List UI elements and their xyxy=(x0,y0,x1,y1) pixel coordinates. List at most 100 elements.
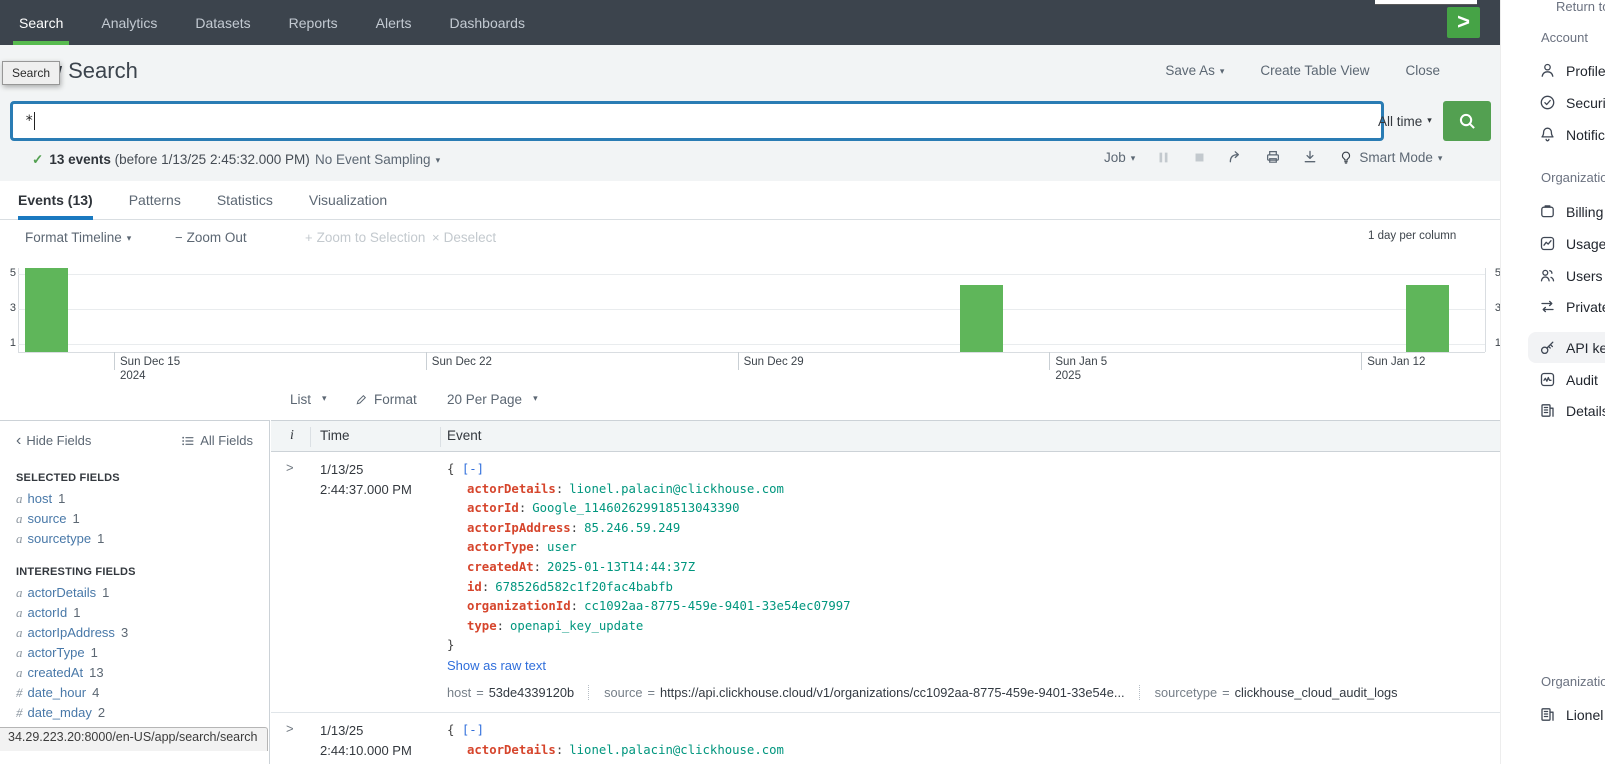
download-icon[interactable] xyxy=(1302,149,1318,165)
collapse-json-link[interactable]: [-] xyxy=(462,723,484,737)
field-date_hour[interactable]: #date_hour4 xyxy=(16,686,269,700)
x-axis-label: Sun Dec 22 xyxy=(432,355,492,369)
show-raw-text-link[interactable]: Show as raw text xyxy=(447,658,546,673)
hide-fields-button[interactable]: ‹Hide Fields xyxy=(16,433,91,448)
share-icon[interactable] xyxy=(1228,149,1244,165)
zoom-to-selection-button[interactable]: +Zoom to Selection xyxy=(305,230,425,245)
zoom-out-button[interactable]: −Zoom Out xyxy=(175,230,247,245)
timeline-scale-note: 1 day per column xyxy=(1368,230,1456,242)
list-type-dropdown[interactable]: List xyxy=(290,392,327,407)
field-createdAt[interactable]: acreatedAt13 xyxy=(16,666,269,680)
key-icon xyxy=(1539,339,1556,356)
nav-tab-analytics[interactable]: Analytics xyxy=(82,0,176,45)
y-axis-label-left: 1 xyxy=(4,337,16,349)
section-label-account: Account xyxy=(1541,30,1588,45)
event-json: { [-] actorDetailslionel.palacin@clickho… xyxy=(447,721,1500,760)
job-controls: Job Smart Mode xyxy=(1104,149,1442,165)
nav-tab-alerts[interactable]: Alerts xyxy=(357,0,431,45)
list-icon xyxy=(181,434,195,448)
field-actorId[interactable]: aactorId1 xyxy=(16,606,269,620)
meta-host[interactable]: host=53de4339120b xyxy=(447,685,574,700)
smart-mode-dropdown[interactable]: Smart Mode xyxy=(1339,150,1442,165)
splunk-logo-icon[interactable]: > xyxy=(1447,7,1480,38)
format-timeline-dropdown[interactable]: Format Timeline xyxy=(25,230,131,245)
save-as-button[interactable]: Save As xyxy=(1165,63,1224,78)
search-input[interactable]: * xyxy=(10,101,1384,141)
menu-item-api-keys[interactable]: API keys xyxy=(1539,339,1605,356)
meta-divider xyxy=(588,685,590,700)
timeline-bar-2025-01-03[interactable] xyxy=(960,285,1003,352)
y-axis-line-right xyxy=(1485,268,1486,352)
field-date_mday[interactable]: #date_mday2 xyxy=(16,706,269,720)
gridline xyxy=(18,309,1485,310)
menu-item-audit[interactable]: Audit xyxy=(1539,371,1598,388)
expand-event-chevron[interactable]: > xyxy=(271,460,320,700)
plus-icon: + xyxy=(305,230,313,245)
nav-tab-search[interactable]: Search xyxy=(0,0,82,45)
magnifier-icon xyxy=(1458,112,1477,131)
field-actorType[interactable]: aactorType1 xyxy=(16,646,269,660)
search-submit-button[interactable] xyxy=(1443,101,1491,141)
x-axis-label: Sun Dec 152024 xyxy=(120,355,180,383)
field-actorIpAddress[interactable]: aactorIpAddress3 xyxy=(16,626,269,640)
timeline-bar-2024-12-13[interactable] xyxy=(25,268,68,352)
event-time: 1/13/25 2:44:37.000 PM xyxy=(320,460,447,700)
menu-item-security[interactable]: Security xyxy=(1539,94,1605,111)
minus-icon: − xyxy=(175,230,183,245)
tab-events[interactable]: Events (13) xyxy=(18,181,93,219)
x-axis-tick xyxy=(426,352,427,370)
x-axis-label: Sun Dec 29 xyxy=(744,355,804,369)
menu-item-organization-lionel[interactable]: Lionel xyxy=(1539,706,1603,723)
menu-item-details[interactable]: Details xyxy=(1539,402,1605,419)
collapse-json-link[interactable]: [-] xyxy=(462,462,484,476)
events-table-header: i Time Event xyxy=(271,420,1500,452)
print-icon[interactable] xyxy=(1265,149,1281,165)
interesting-fields-header: INTERESTING FIELDS xyxy=(16,566,269,578)
selected-fields-header: SELECTED FIELDS xyxy=(16,472,269,484)
time-range-picker[interactable]: All time xyxy=(1378,101,1432,141)
menu-item-billing[interactable]: Billing xyxy=(1539,203,1603,220)
top-nav: Search Analytics Datasets Reports Alerts… xyxy=(0,0,1500,45)
event-sampling-dropdown[interactable]: No Event Sampling xyxy=(315,152,440,167)
column-header-info: i xyxy=(290,428,294,444)
menu-item-private-endpoints[interactable]: Private xyxy=(1539,298,1605,315)
building-icon xyxy=(1539,706,1556,723)
field-source[interactable]: asource1 xyxy=(16,512,269,526)
y-axis-label-left: 3 xyxy=(4,302,16,314)
format-button[interactable]: Format xyxy=(355,392,417,407)
column-header-event: Event xyxy=(447,428,482,443)
x-axis-line xyxy=(18,352,1485,353)
tab-visualization[interactable]: Visualization xyxy=(309,181,387,219)
close-button[interactable]: Close xyxy=(1405,63,1440,78)
deselect-button[interactable]: ×Deselect xyxy=(432,230,496,245)
tab-patterns[interactable]: Patterns xyxy=(129,181,181,219)
nav-tab-dashboards[interactable]: Dashboards xyxy=(430,0,544,45)
nav-tab-reports[interactable]: Reports xyxy=(270,0,357,45)
timeline-bar-2025-01-13[interactable] xyxy=(1406,285,1449,352)
pause-icon[interactable] xyxy=(1156,150,1171,165)
tab-statistics[interactable]: Statistics xyxy=(217,181,273,219)
field-sourcetype[interactable]: asourcetype1 xyxy=(16,532,269,546)
field-host[interactable]: ahost1 xyxy=(16,492,269,506)
x-axis-label: Sun Jan 12 xyxy=(1367,355,1425,369)
meta-sourcetype[interactable]: sourcetype=clickhouse_cloud_audit_logs xyxy=(1155,685,1398,700)
chevron-left-icon: ‹ xyxy=(16,435,21,447)
building-icon xyxy=(1539,402,1556,419)
menu-item-profile[interactable]: Profile xyxy=(1539,62,1605,79)
menu-item-usage[interactable]: Usage xyxy=(1539,235,1605,252)
result-summary: ✓13 events (before 1/13/25 2:45:32.000 P… xyxy=(32,152,310,168)
all-fields-button[interactable]: All Fields xyxy=(181,433,253,448)
stop-icon[interactable] xyxy=(1192,150,1207,165)
return-to-link[interactable]: Return to xyxy=(1556,0,1605,14)
meta-source[interactable]: source=https://api.clickhouse.cloud/v1/o… xyxy=(604,685,1124,700)
event-count-detail: (before 1/13/25 2:45:32.000 PM) xyxy=(115,152,310,167)
nav-tab-datasets[interactable]: Datasets xyxy=(176,0,269,45)
menu-item-notifications[interactable]: Notifications xyxy=(1539,126,1605,143)
job-menu[interactable]: Job xyxy=(1104,150,1135,165)
field-actorDetails[interactable]: aactorDetails1 xyxy=(16,586,269,600)
event-count: 13 events xyxy=(49,152,111,167)
per-page-dropdown[interactable]: 20 Per Page xyxy=(447,392,538,407)
expand-event-chevron[interactable]: > xyxy=(271,721,320,761)
create-table-view-button[interactable]: Create Table View xyxy=(1260,63,1369,78)
menu-item-users[interactable]: Users xyxy=(1539,267,1603,284)
